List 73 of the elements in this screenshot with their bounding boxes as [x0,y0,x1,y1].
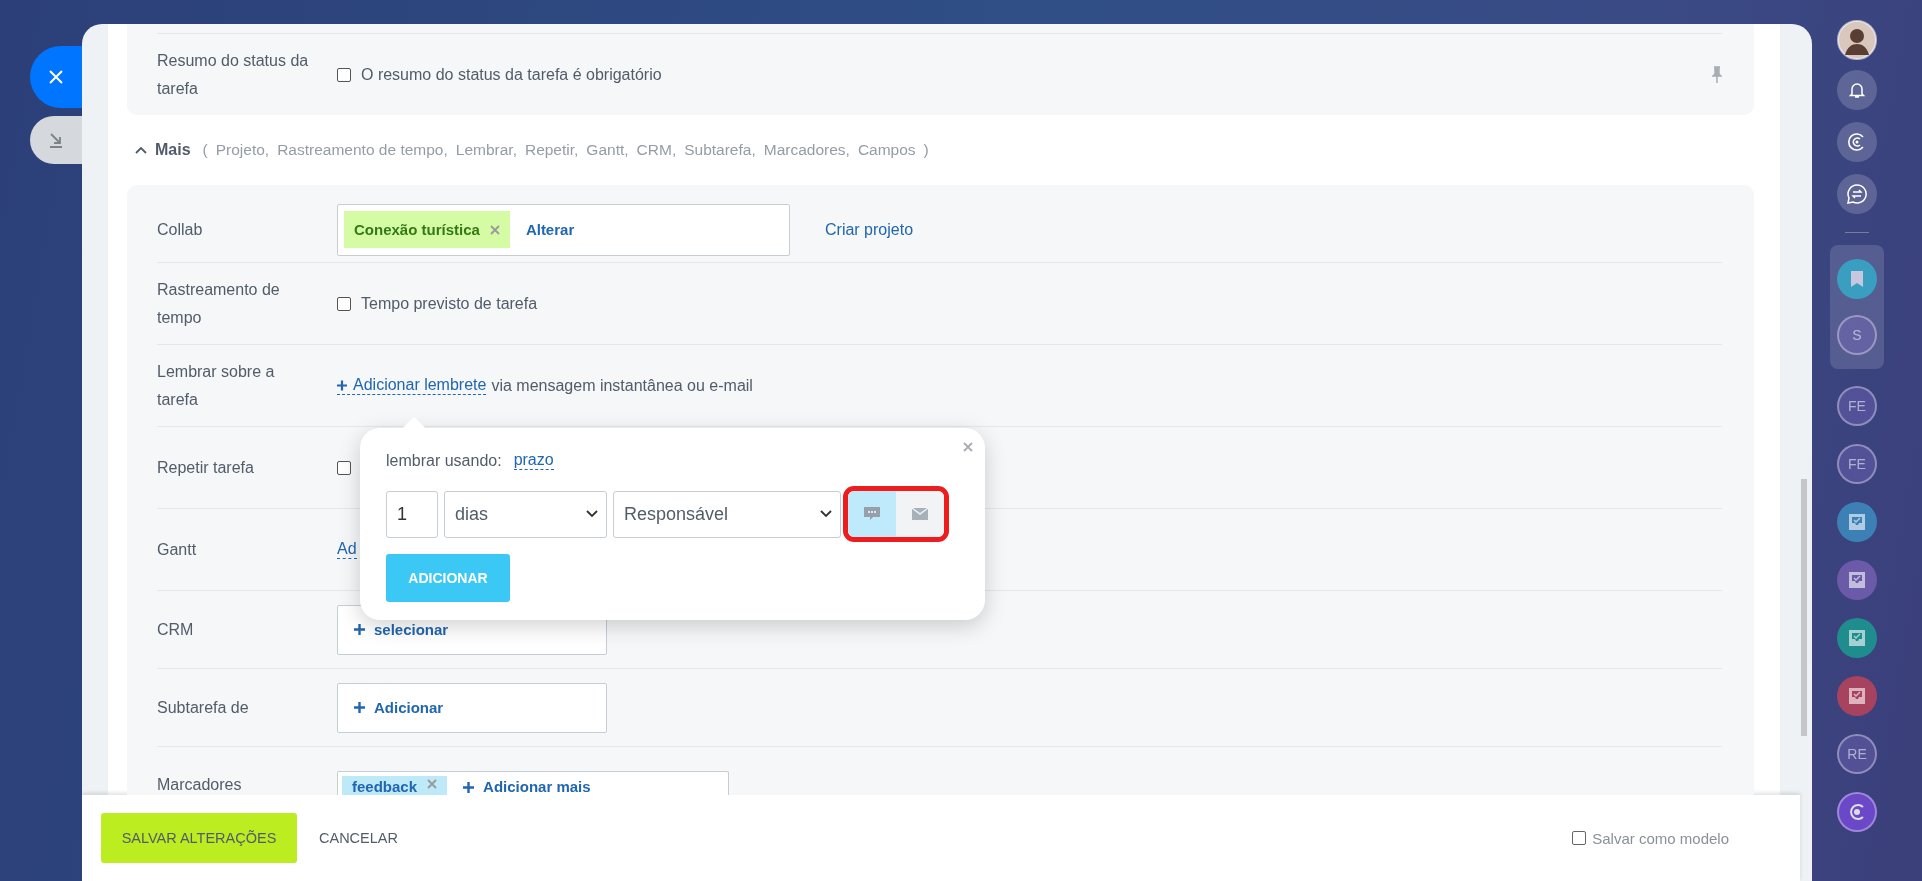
add-more-button[interactable]: Adicionar mais [457,776,597,795]
section-link[interactable]: Rastreamento de tempo, [277,141,448,159]
field-label: Repetir tarefa [157,457,255,478]
caret-icon [586,510,598,518]
checkbox[interactable] [1572,831,1587,845]
field-label: Gantt [157,539,198,560]
plus-icon [337,379,347,391]
caret-icon [820,510,832,518]
tags-field[interactable]: feedback Adicionar mais [337,771,729,795]
initials-avatar[interactable]: FE [1837,386,1877,426]
add-reminder-link[interactable]: Adicionar lembrete [337,376,487,395]
recipient-select[interactable]: Responsável [613,490,841,538]
add-button[interactable]: selecionar [348,621,455,638]
remind-label: lembrar usando: [386,451,502,470]
avatar[interactable] [1837,20,1877,60]
bell-icon[interactable] [1837,70,1877,110]
add-button[interactable]: Adicionar [348,699,450,716]
task-icon[interactable] [1837,618,1877,658]
plus-icon [354,702,365,713]
field-label: CRM [157,619,195,640]
checkbox[interactable] [337,460,351,475]
field-label: Resumo do status da tarefa [157,50,310,99]
scrollbar[interactable] [1801,479,1807,736]
create-project-link[interactable]: Criar projeto [825,220,914,239]
chat-icon [864,507,880,521]
close-icon [49,70,63,84]
field-label: Marcadores [157,775,243,795]
amount-field[interactable]: 1 [386,490,438,538]
checkbox[interactable] [337,296,351,311]
section-link[interactable]: Campos [857,141,916,159]
checkbox-label: Tempo previsto de tarefa [361,294,538,313]
paren: ( [202,141,208,159]
paren: ) [923,141,929,159]
unit-select[interactable]: dias [444,490,607,538]
task-icon[interactable] [1837,676,1877,716]
add-link[interactable]: Ad [337,540,357,559]
tag: feedback [342,776,448,795]
task-icon[interactable] [1837,560,1877,600]
task-icon[interactable] [1837,502,1877,542]
project-tag: Conexão turística [344,211,510,248]
field-label: Subtarefa de [157,697,250,718]
more-toggle[interactable]: Mais [155,141,191,159]
initials-avatar[interactable]: RE [1837,734,1877,774]
initials-avatar[interactable]: FE [1837,444,1877,484]
close-button[interactable] [30,46,82,108]
reminder-hint: via mensagem instantânea ou e-mail [491,376,753,395]
checkbox[interactable] [337,67,351,82]
save-button[interactable]: SALVAR ALTERAÇÕES [101,813,297,863]
minimize-icon [48,132,64,148]
initials-avatar[interactable]: S [1837,315,1877,355]
change-link[interactable]: Alterar [519,221,581,238]
mail-icon [912,508,928,520]
picker-field[interactable]: Adicionar [337,682,607,733]
section-link[interactable]: Lembrar, [455,141,517,159]
swirl-icon[interactable] [1837,122,1877,162]
cancel-button[interactable]: CANCELAR [313,829,404,847]
deadline-link[interactable]: prazo [513,451,554,470]
plus-icon [354,624,365,635]
section-link[interactable]: Gantt, [586,141,629,159]
field-label: Lembrar sobre a tarefa [157,361,276,410]
checkbox-label: O resumo do status da tarefa é obrigatório [361,65,662,84]
project-field[interactable]: Conexão turística Alterar [337,203,790,256]
chat-icon[interactable] [1837,174,1877,214]
plus-icon [463,782,475,793]
minimize-button[interactable] [30,116,82,164]
swirl-icon[interactable] [1837,792,1877,832]
section-link[interactable]: Marcadores, [763,141,850,159]
field-label: Rastreamento de tempo [157,279,281,328]
bookmark-icon[interactable] [1837,259,1877,299]
field-label: Collab [157,219,204,240]
caret-icon[interactable] [135,146,147,154]
checkbox-label: Salvar como modelo [1592,829,1729,847]
section-link[interactable]: Projeto, [215,141,270,159]
